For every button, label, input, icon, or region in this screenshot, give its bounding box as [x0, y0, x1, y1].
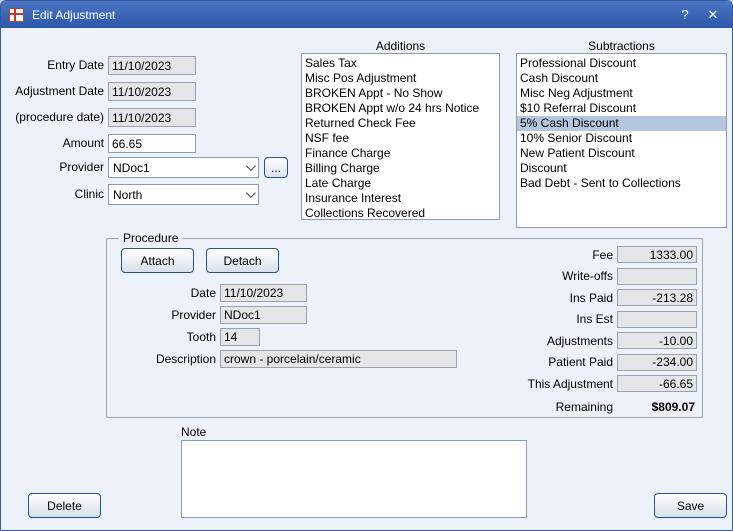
provider-label: Provider [1, 158, 104, 177]
procedure-amount-row: Fee 1333.00 [421, 246, 697, 263]
subtractions-item[interactable]: Misc Neg Adjustment [517, 86, 726, 101]
procedure-amounts-list: Fee 1333.00 Write-offs Ins Paid -213.28 … [421, 246, 697, 397]
clinic-combo[interactable]: North [108, 184, 259, 205]
amount-input[interactable] [108, 134, 196, 153]
proc-date-field: 11/10/2023 [220, 284, 307, 302]
provider-browse-button[interactable]: ... [264, 157, 288, 178]
amount-row-label: Write-offs [421, 269, 613, 283]
entry-date-field: 11/10/2023 [108, 56, 196, 75]
procedure-amount-row: This Adjustment -66.65 [421, 375, 697, 392]
procedure-date-label: (procedure date) [1, 108, 104, 127]
remaining-label: Remaining [423, 398, 613, 417]
additions-item[interactable]: Insurance Interest [302, 191, 499, 206]
subtractions-item[interactable]: Cash Discount [517, 71, 726, 86]
proc-provider-field: NDoc1 [220, 306, 307, 324]
procedure-amount-row: Adjustments -10.00 [421, 332, 697, 349]
provider-combo-value: NDoc1 [113, 161, 150, 175]
chevron-down-icon [240, 185, 258, 204]
description-label: Description [116, 350, 216, 369]
app-icon [9, 8, 24, 22]
edit-adjustment-window: Edit Adjustment ? ✕ Entry Date 11/10/202… [0, 0, 733, 531]
subtractions-item[interactable]: 5% Cash Discount [517, 116, 726, 131]
subtractions-item[interactable]: 10% Senior Discount [517, 131, 726, 146]
note-textarea[interactable] [181, 440, 527, 518]
procedure-amount-row: Write-offs [421, 268, 697, 285]
procedure-amount-row: Patient Paid -234.00 [421, 354, 697, 371]
remaining-value: $809.07 [617, 398, 695, 417]
additions-item[interactable]: Misc Pos Adjustment [302, 71, 499, 86]
help-icon[interactable]: ? [674, 4, 696, 25]
additions-item[interactable]: BROKEN Appt - No Show [302, 86, 499, 101]
window-title: Edit Adjustment [32, 8, 115, 22]
amount-row-label: Fee [421, 248, 613, 262]
subtractions-item[interactable]: $10 Referral Discount [517, 101, 726, 116]
procedure-date-field: 11/10/2023 [108, 108, 196, 127]
proc-date-label: Date [116, 284, 216, 303]
chevron-down-icon [240, 158, 258, 177]
subtractions-title: Subtractions [516, 39, 727, 53]
amount-row-label: Ins Paid [421, 291, 613, 305]
attach-button[interactable]: Attach [121, 248, 194, 273]
provider-combo[interactable]: NDoc1 [108, 157, 259, 178]
amount-row-label: This Adjustment [421, 377, 613, 391]
amount-row-value: -66.65 [617, 375, 697, 392]
additions-listbox[interactable]: Sales TaxMisc Pos AdjustmentBROKEN Appt … [301, 53, 500, 220]
amount-row-value [617, 311, 697, 328]
additions-item[interactable]: Billing Charge [302, 161, 499, 176]
additions-item[interactable]: Collections Recovered [302, 206, 499, 220]
proc-provider-label: Provider [116, 306, 216, 325]
procedure-group-title: Procedure [119, 231, 182, 245]
subtractions-listbox[interactable]: Professional DiscountCash DiscountMisc N… [516, 53, 727, 228]
amount-row-value [617, 268, 697, 285]
subtractions-item[interactable]: Professional Discount [517, 56, 726, 71]
amount-row-value: -213.28 [617, 289, 697, 306]
procedure-amount-row: Ins Paid -213.28 [421, 289, 697, 306]
clinic-label: Clinic [1, 185, 104, 204]
delete-button[interactable]: Delete [28, 493, 101, 518]
subtractions-item[interactable]: Discount [517, 161, 726, 176]
entry-date-label: Entry Date [1, 56, 104, 75]
subtractions-item[interactable]: Bad Debt - Sent to Collections [517, 176, 726, 191]
subtractions-item[interactable]: New Patient Discount [517, 146, 726, 161]
titlebar: Edit Adjustment ? ✕ [1, 1, 732, 28]
adjustment-date-label: Adjustment Date [1, 82, 104, 101]
amount-label: Amount [1, 134, 104, 153]
detach-button[interactable]: Detach [206, 248, 279, 273]
additions-item[interactable]: Finance Charge [302, 146, 499, 161]
clinic-combo-value: North [113, 188, 142, 202]
additions-item[interactable]: NSF fee [302, 131, 499, 146]
adjustment-date-field[interactable]: 11/10/2023 [108, 82, 196, 101]
additions-item[interactable]: Sales Tax [302, 56, 499, 71]
amount-row-value: 1333.00 [617, 246, 697, 263]
tooth-field: 14 [220, 328, 260, 346]
amount-row-value: -10.00 [617, 332, 697, 349]
close-icon[interactable]: ✕ [702, 4, 724, 25]
procedure-amount-row: Ins Est [421, 311, 697, 328]
amount-row-label: Ins Est [421, 312, 613, 326]
amount-row-value: -234.00 [617, 354, 697, 371]
additions-item[interactable]: Returned Check Fee [302, 116, 499, 131]
additions-title: Additions [301, 39, 500, 53]
amount-row-label: Patient Paid [421, 355, 613, 369]
additions-item[interactable]: BROKEN Appt w/o 24 hrs Notice [302, 101, 499, 116]
amount-row-label: Adjustments [421, 334, 613, 348]
additions-item[interactable]: Late Charge [302, 176, 499, 191]
save-button[interactable]: Save [654, 493, 727, 518]
tooth-label: Tooth [116, 328, 216, 347]
